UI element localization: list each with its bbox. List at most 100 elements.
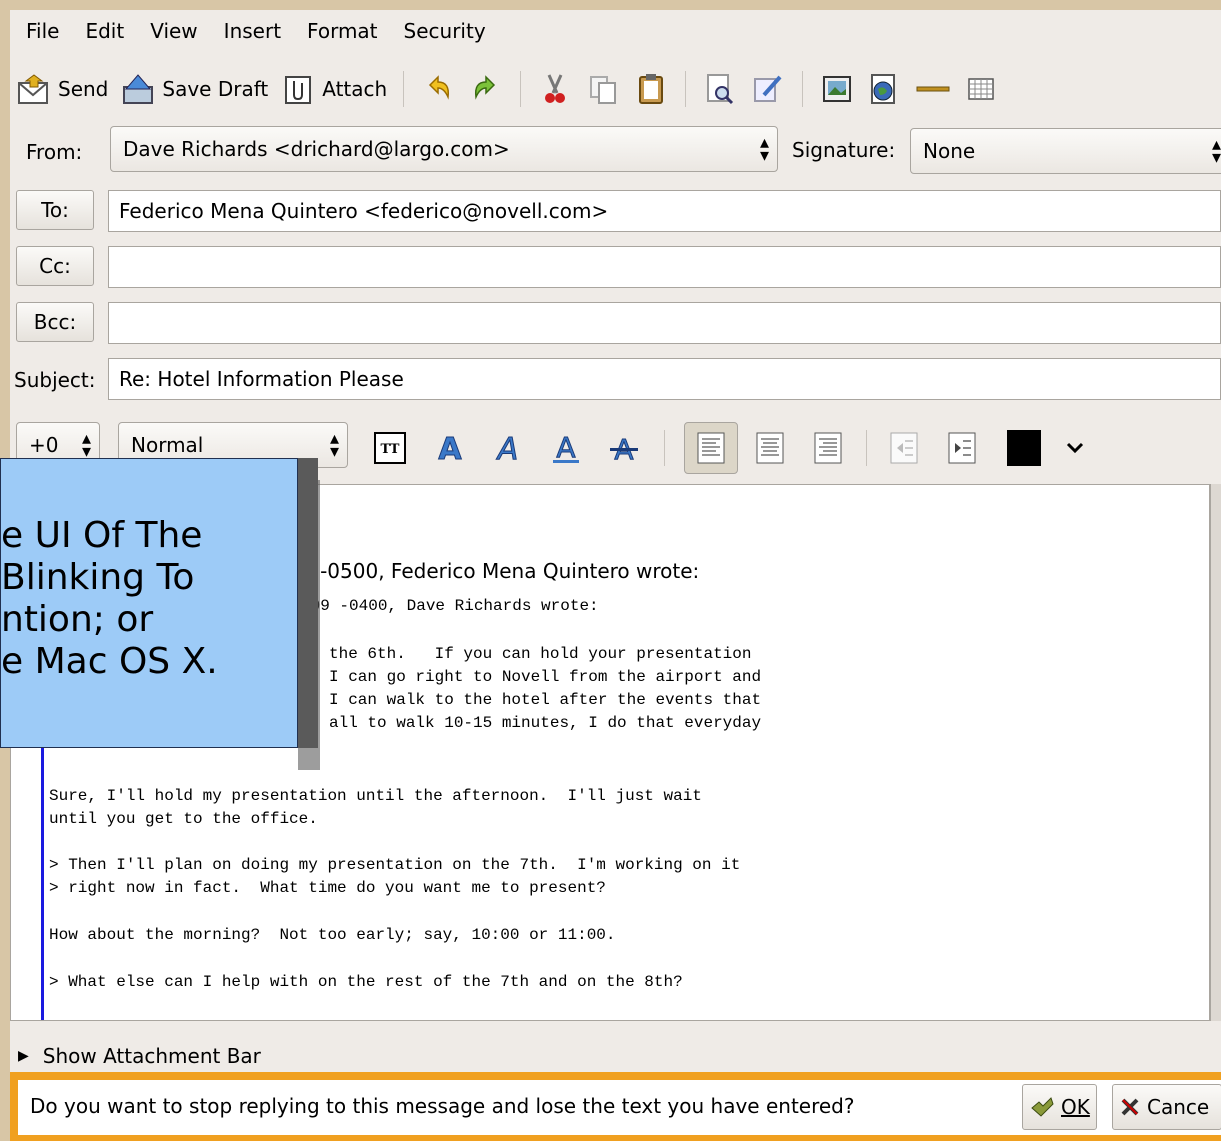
body-reply-line: until you get to the office. [49,810,318,828]
send-label: Send [58,77,109,101]
copy-button[interactable] [579,67,627,111]
ok-button[interactable]: OK [1022,1084,1097,1130]
expander-arrow-icon: ▶ [18,1048,29,1064]
svg-text:A: A [496,432,519,465]
cancel-x-icon [1121,1098,1139,1116]
from-label: From: [26,140,83,164]
menu-insert[interactable]: Insert [211,19,294,43]
align-left-icon [697,432,725,464]
combo-arrows-icon: ▴ ▾ [81,428,91,462]
text-color-button[interactable] [1004,428,1044,468]
copy-icon [590,76,617,104]
bcc-row: Bcc: [10,298,1221,348]
menu-file[interactable]: File [10,19,72,43]
teletype-icon: TT [374,432,406,464]
to-value: Federico Mena Quintero <federico@novell.… [119,199,609,223]
to-field[interactable]: Federico Mena Quintero <federico@novell.… [108,190,1221,232]
globe-icon [871,74,896,104]
undo-icon [429,75,450,100]
body-quoted-line: the 6th. If you can hold your presentati… [329,645,752,663]
align-left-button[interactable] [684,422,738,474]
strikethrough-icon: A [610,433,638,465]
insert-rule-button[interactable] [909,67,957,111]
bold-button[interactable]: A [430,428,470,468]
format-separator [866,430,867,466]
bold-icon: A [438,432,463,466]
text-color-dropdown[interactable] [1060,428,1090,468]
toolbar-separator [685,71,687,107]
signature-combo[interactable]: None ▴ ▾ [910,128,1221,174]
italic-button[interactable]: A [488,428,528,468]
tooltip-line: e Mac OS X. [1,641,218,682]
image-icon [823,76,852,102]
cut-button[interactable] [531,67,579,111]
cancel-button[interactable]: Cance [1112,1084,1221,1130]
from-account-combo[interactable]: Dave Richards <drichard@largo.com> ▴ ▾ [110,126,778,172]
editor-scrollbar[interactable] [1210,484,1221,1021]
toolbar-separator [802,71,804,107]
underline-icon: A [553,431,579,465]
text-color-swatch [1007,430,1041,466]
tooltip-line: Blinking To [1,557,195,598]
svg-text:TT: TT [381,442,400,457]
svg-text:A: A [556,431,575,464]
underline-button[interactable]: A [546,428,586,468]
cc-button[interactable]: Cc: [16,246,94,286]
align-right-button[interactable] [808,428,848,468]
undo-button[interactable] [414,67,462,111]
main-toolbar: Send Save Draft Attach [10,62,1221,116]
insert-image-button[interactable] [813,67,861,111]
insert-link-button[interactable] [861,67,909,111]
subject-field[interactable]: Re: Hotel Information Please [108,358,1221,400]
to-button[interactable]: To: [16,190,94,230]
bcc-button[interactable]: Bcc: [16,302,94,342]
combo-arrows-icon: ▴ ▾ [759,132,769,166]
spellcheck-button[interactable] [744,67,792,111]
alert-bar: Do you want to stop replying to this mes… [10,1072,1221,1141]
alert-message: Do you want to stop replying to this mes… [30,1094,855,1118]
cancel-label: Cance [1147,1095,1210,1119]
align-center-button[interactable] [750,428,790,468]
window-border-top [0,0,1221,10]
attach-button[interactable]: Attach [274,67,393,111]
unindent-button[interactable] [884,428,924,468]
body-quoted-line: I can walk to the hotel after the events… [329,691,762,709]
menu-view[interactable]: View [137,19,210,43]
teletype-button[interactable]: TT [370,428,410,468]
table-icon [968,78,994,100]
show-attachment-bar-toggle[interactable]: ▶ Show Attachment Bar [10,1040,261,1072]
cc-button-label: Cc: [39,254,71,278]
chevron-down-icon [1066,442,1084,454]
menu-security[interactable]: Security [391,19,499,43]
paperclip-icon [285,76,312,104]
paste-clipboard-icon [639,74,664,104]
paragraph-style-value: Normal [131,433,204,457]
tooltip-shadow [298,480,320,770]
font-size-value: +0 [29,433,59,457]
indent-button[interactable] [942,428,982,468]
save-draft-button[interactable]: Save Draft [114,67,274,111]
menu-format[interactable]: Format [294,19,390,43]
bcc-field[interactable] [108,302,1221,344]
redo-button[interactable] [462,67,510,111]
alert-panel: Do you want to stop replying to this mes… [18,1080,1221,1135]
horizontal-rule-icon [916,86,950,92]
cc-row: Cc: [10,242,1221,292]
attachment-bar-label: Show Attachment Bar [42,1044,261,1068]
unindent-icon [890,432,918,464]
bcc-button-label: Bcc: [33,310,77,334]
body-quoted-line: > What else can I help with on the rest … [49,973,683,991]
to-button-label: To: [41,198,69,222]
body-quoted-line: all to walk 10-15 minutes, I do that eve… [329,714,762,732]
insert-table-button[interactable] [957,67,1005,111]
scissors-icon [545,74,566,103]
menu-edit[interactable]: Edit [72,19,137,43]
paste-button[interactable] [627,67,675,111]
save-draft-icon [123,74,154,104]
send-button[interactable]: Send [10,67,114,111]
annotation-tooltip: e UI Of The Blinking To ntion; or e Mac … [0,458,298,748]
cc-field[interactable] [108,246,1221,288]
body-quoted-line: I can go right to Novell from the airpor… [329,668,762,686]
find-button[interactable] [696,67,744,111]
strikethrough-button[interactable]: A [604,428,644,468]
